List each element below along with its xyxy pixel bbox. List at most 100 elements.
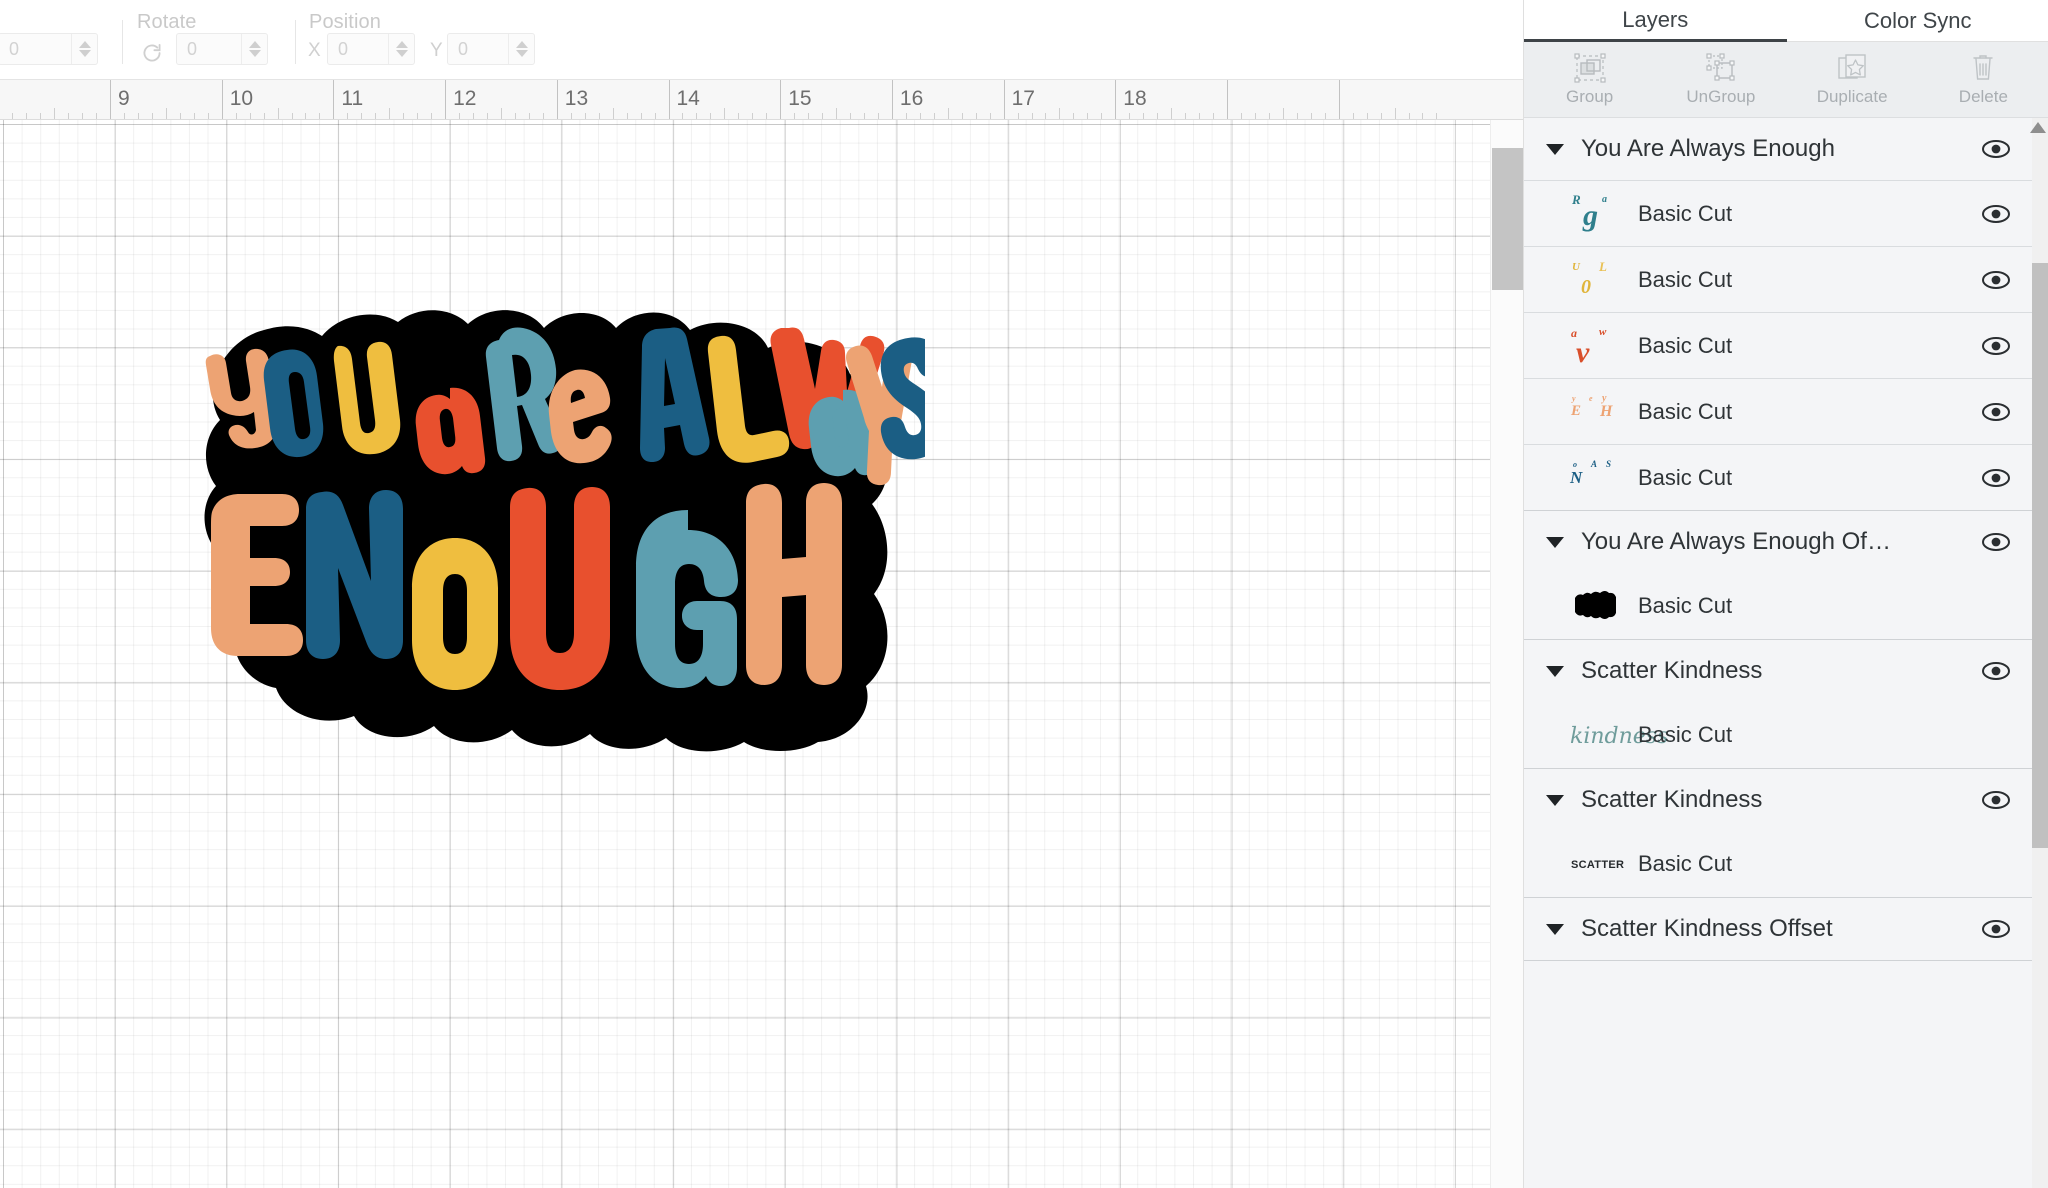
thumb-you-blue: o A S N	[1569, 454, 1624, 502]
position-x-label: X	[308, 40, 321, 61]
ruler-tick-minor	[598, 113, 600, 119]
ruler-tick-minor	[151, 113, 153, 119]
layer-row[interactable]: U L 0 Basic Cut	[1524, 246, 2033, 312]
position-y-field[interactable]: 0	[447, 33, 535, 65]
ruler-tick-minor	[389, 108, 391, 119]
eye-icon[interactable]	[1981, 532, 2011, 552]
layer-row[interactable]: kindness Basic Cut	[1524, 702, 2033, 768]
layer-group-header[interactable]: Scatter Kindness	[1524, 769, 2033, 831]
ruler-tick-minor	[654, 113, 656, 119]
position-x-stepper[interactable]	[388, 34, 414, 64]
layer-group: You Are Always Enough R a g Basic Cut U …	[1524, 118, 2033, 511]
layer-group-header[interactable]: Scatter Kindness Offset	[1524, 898, 2033, 960]
ruler-tick-minor	[710, 113, 712, 119]
layers-scroll-area[interactable]: You Are Always Enough R a g Basic Cut U …	[1524, 118, 2048, 1188]
ruler-tick-minor	[947, 108, 949, 119]
ruler-tick-minor	[1031, 113, 1033, 119]
position-y-stepper[interactable]	[508, 34, 534, 64]
panel-tab-bar: Layers Color Sync	[1524, 0, 2048, 42]
ruler-label: 13	[564, 87, 589, 110]
eye-icon[interactable]	[1981, 468, 2011, 488]
rotate-field[interactable]: 0	[176, 33, 268, 65]
delete-button[interactable]: Delete	[1918, 42, 2048, 117]
ruler-tick-minor	[26, 113, 28, 119]
layer-group-title: Scatter Kindness Offset	[1581, 915, 1833, 942]
layer-group: You Are Always Enough Of… Basic Cut	[1524, 511, 2033, 640]
ruler-tick-minor	[1143, 113, 1145, 119]
horizontal-ruler[interactable]: 9 10 11 12 13 14 15 16 17 18	[0, 80, 1523, 120]
group-button[interactable]: Group	[1524, 42, 1655, 117]
chevron-down-icon[interactable]	[1546, 143, 1564, 155]
ruler-tick-minor	[863, 113, 865, 119]
ruler-tick-minor	[584, 113, 586, 119]
ruler-tick-minor	[1240, 113, 1242, 119]
layers-scrollbar-thumb[interactable]	[2032, 263, 2048, 848]
ruler-tick-minor	[1408, 113, 1410, 119]
position-x-field[interactable]: 0	[327, 33, 415, 65]
canvas-vertical-scrollbar[interactable]	[1490, 120, 1523, 1188]
eye-icon[interactable]	[1981, 139, 2011, 159]
ruler-tick-major	[1115, 80, 1117, 119]
svg-text:y: y	[1571, 394, 1576, 403]
ruler-tick-minor	[822, 113, 824, 119]
layer-row[interactable]: a w v Basic Cut	[1524, 312, 2033, 378]
chevron-down-icon[interactable]	[1546, 923, 1564, 935]
ruler-label: 9	[118, 87, 130, 110]
eye-icon[interactable]	[1981, 790, 2011, 810]
layer-row[interactable]: y e y E H Basic Cut	[1524, 378, 2033, 444]
ruler-tick-minor	[1366, 113, 1368, 119]
ruler-tick-minor	[500, 108, 502, 119]
size-stepper[interactable]	[71, 34, 97, 64]
layer-row[interactable]: Basic Cut	[1524, 573, 2033, 639]
ruler-tick-major	[1227, 80, 1228, 119]
tab-color-sync-label: Color Sync	[1863, 7, 1972, 33]
ruler-label: 12	[453, 87, 477, 110]
ruler-tick-minor	[1394, 108, 1396, 119]
size-field[interactable]: 0	[0, 33, 98, 65]
eye-icon[interactable]	[1981, 919, 2011, 939]
duplicate-label: Duplicate	[1816, 86, 1888, 106]
group-icon	[1573, 52, 1607, 83]
tab-layers[interactable]: Layers	[1524, 0, 1787, 42]
eye-icon[interactable]	[1981, 270, 2011, 290]
layer-row[interactable]: o A S N Basic Cut	[1524, 444, 2033, 510]
tab-color-sync[interactable]: Color Sync	[1786, 0, 2048, 42]
layer-row[interactable]: R a g Basic Cut	[1524, 180, 2033, 246]
ungroup-button[interactable]: UnGroup	[1655, 42, 1786, 117]
scroll-up-arrow-icon[interactable]	[2030, 122, 2046, 133]
ruler-label: 17	[1011, 87, 1035, 110]
chevron-down-icon[interactable]	[1546, 794, 1564, 806]
eye-icon[interactable]	[1981, 661, 2011, 681]
canvas-scrollbar-thumb[interactable]	[1492, 148, 1523, 290]
eye-icon[interactable]	[1981, 336, 2011, 356]
layer-group-title: You Are Always Enough Of…	[1581, 528, 1891, 555]
sticker-artwork[interactable]	[150, 292, 925, 757]
ruler-label: 14	[676, 87, 700, 110]
layer-row[interactable]: SCATTER Basic Cut	[1524, 831, 2033, 897]
layer-group: Scatter Kindness kindness Basic Cut	[1524, 640, 2033, 769]
ruler-tick-minor	[1059, 108, 1061, 119]
layers-scrollbar[interactable]	[2032, 118, 2048, 1188]
ruler-tick-minor	[1282, 108, 1284, 119]
ruler-tick-minor	[766, 113, 768, 119]
layer-name: Basic Cut	[1638, 200, 1733, 226]
layer-group-header[interactable]: Scatter Kindness	[1524, 640, 2033, 702]
layer-name: Basic Cut	[1638, 266, 1733, 292]
ruler-tick-minor	[905, 113, 907, 119]
duplicate-icon	[1835, 53, 1869, 83]
duplicate-button[interactable]: Duplicate	[1787, 42, 1918, 117]
ruler-tick-minor	[319, 113, 321, 119]
eye-icon[interactable]	[1981, 402, 2011, 422]
chevron-down-icon[interactable]	[1546, 665, 1564, 677]
svg-text:U: U	[1572, 261, 1581, 273]
ruler-tick-minor	[961, 113, 963, 119]
layers-list: You Are Always Enough R a g Basic Cut U …	[1524, 118, 2033, 961]
ruler-tick-minor	[1422, 113, 1424, 119]
ruler-tick-minor	[1087, 113, 1089, 119]
rotate-stepper[interactable]	[241, 34, 267, 64]
layer-group-header[interactable]: You Are Always Enough	[1524, 118, 2033, 180]
chevron-down-icon[interactable]	[1546, 536, 1564, 548]
eye-icon[interactable]	[1981, 204, 2011, 224]
layer-group-header[interactable]: You Are Always Enough Of…	[1524, 511, 2033, 573]
ruler-tick-minor	[12, 113, 14, 119]
